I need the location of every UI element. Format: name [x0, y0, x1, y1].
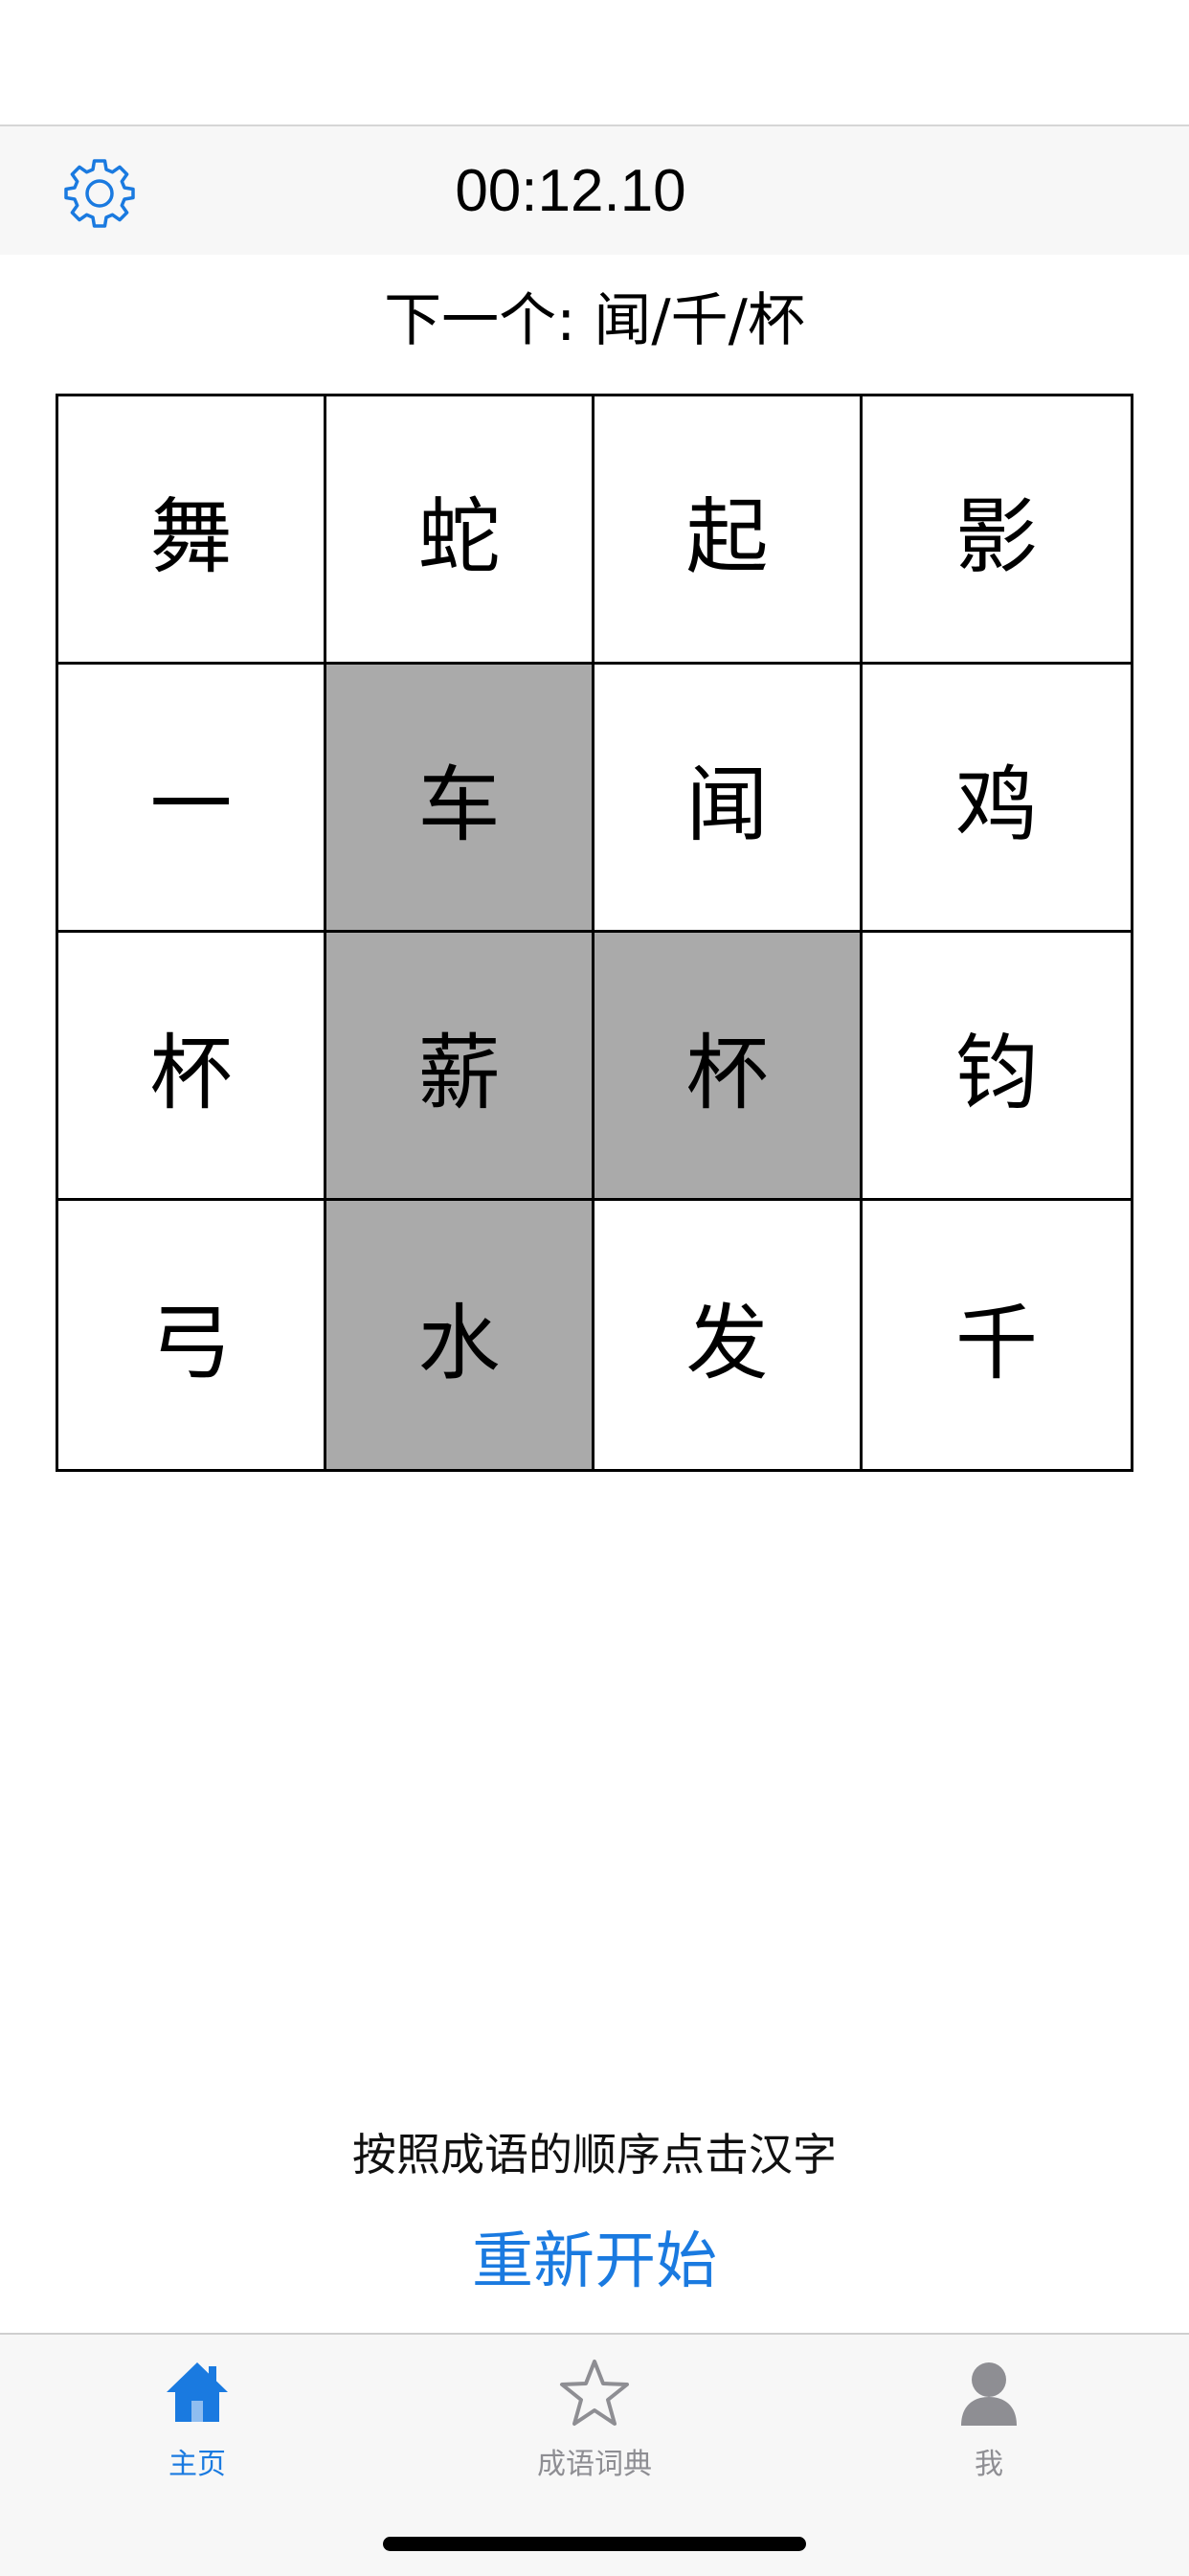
tab-label: 我: [975, 2448, 1003, 2481]
home-indicator: [383, 2537, 806, 2551]
grid-cell[interactable]: 蛇: [326, 396, 594, 665]
instruction-text: 按照成语的顺序点击汉字: [352, 2129, 837, 2181]
elapsed-timer: 00:12.10: [455, 158, 686, 224]
tab-label: 成语词典: [537, 2448, 652, 2481]
person-icon: [951, 2354, 1027, 2430]
grid-cell[interactable]: 杯: [58, 933, 326, 1201]
grid-cell[interactable]: 影: [863, 396, 1131, 665]
grid-cell[interactable]: 钧: [863, 933, 1131, 1201]
grid-cell[interactable]: 车: [326, 665, 594, 933]
top-bar: 00:12.10: [0, 124, 1189, 255]
grid-cell[interactable]: 发: [594, 1201, 863, 1469]
character-grid: 舞 蛇 起 影 一 车 闻 鸡 杯 薪 杯 钧 弓 水 发 千: [56, 394, 1133, 1472]
grid-cell[interactable]: 水: [326, 1201, 594, 1469]
grid-cell[interactable]: 一: [58, 665, 326, 933]
restart-button[interactable]: 重新开始: [403, 2222, 786, 2302]
tab-me[interactable]: 我: [864, 2354, 1113, 2497]
grid-cell[interactable]: 薪: [326, 933, 594, 1201]
grid-cell[interactable]: 弓: [58, 1201, 326, 1469]
grid-cell[interactable]: 舞: [58, 396, 326, 665]
grid-cell[interactable]: 起: [594, 396, 863, 665]
next-characters-prompt: 下一个: 闻/千/杯: [384, 287, 805, 354]
tab-idiom-dictionary[interactable]: 成语词典: [470, 2354, 719, 2497]
grid-cell[interactable]: 杯: [594, 933, 863, 1201]
tab-home[interactable]: 主页: [73, 2354, 322, 2497]
star-icon: [556, 2354, 633, 2430]
grid-cell[interactable]: 闻: [594, 665, 863, 933]
tab-label: 主页: [168, 2448, 226, 2481]
grid-cell[interactable]: 千: [863, 1201, 1131, 1469]
grid-cell[interactable]: 鸡: [863, 665, 1131, 933]
home-icon: [159, 2354, 236, 2430]
status-bar-area: [0, 0, 1189, 124]
